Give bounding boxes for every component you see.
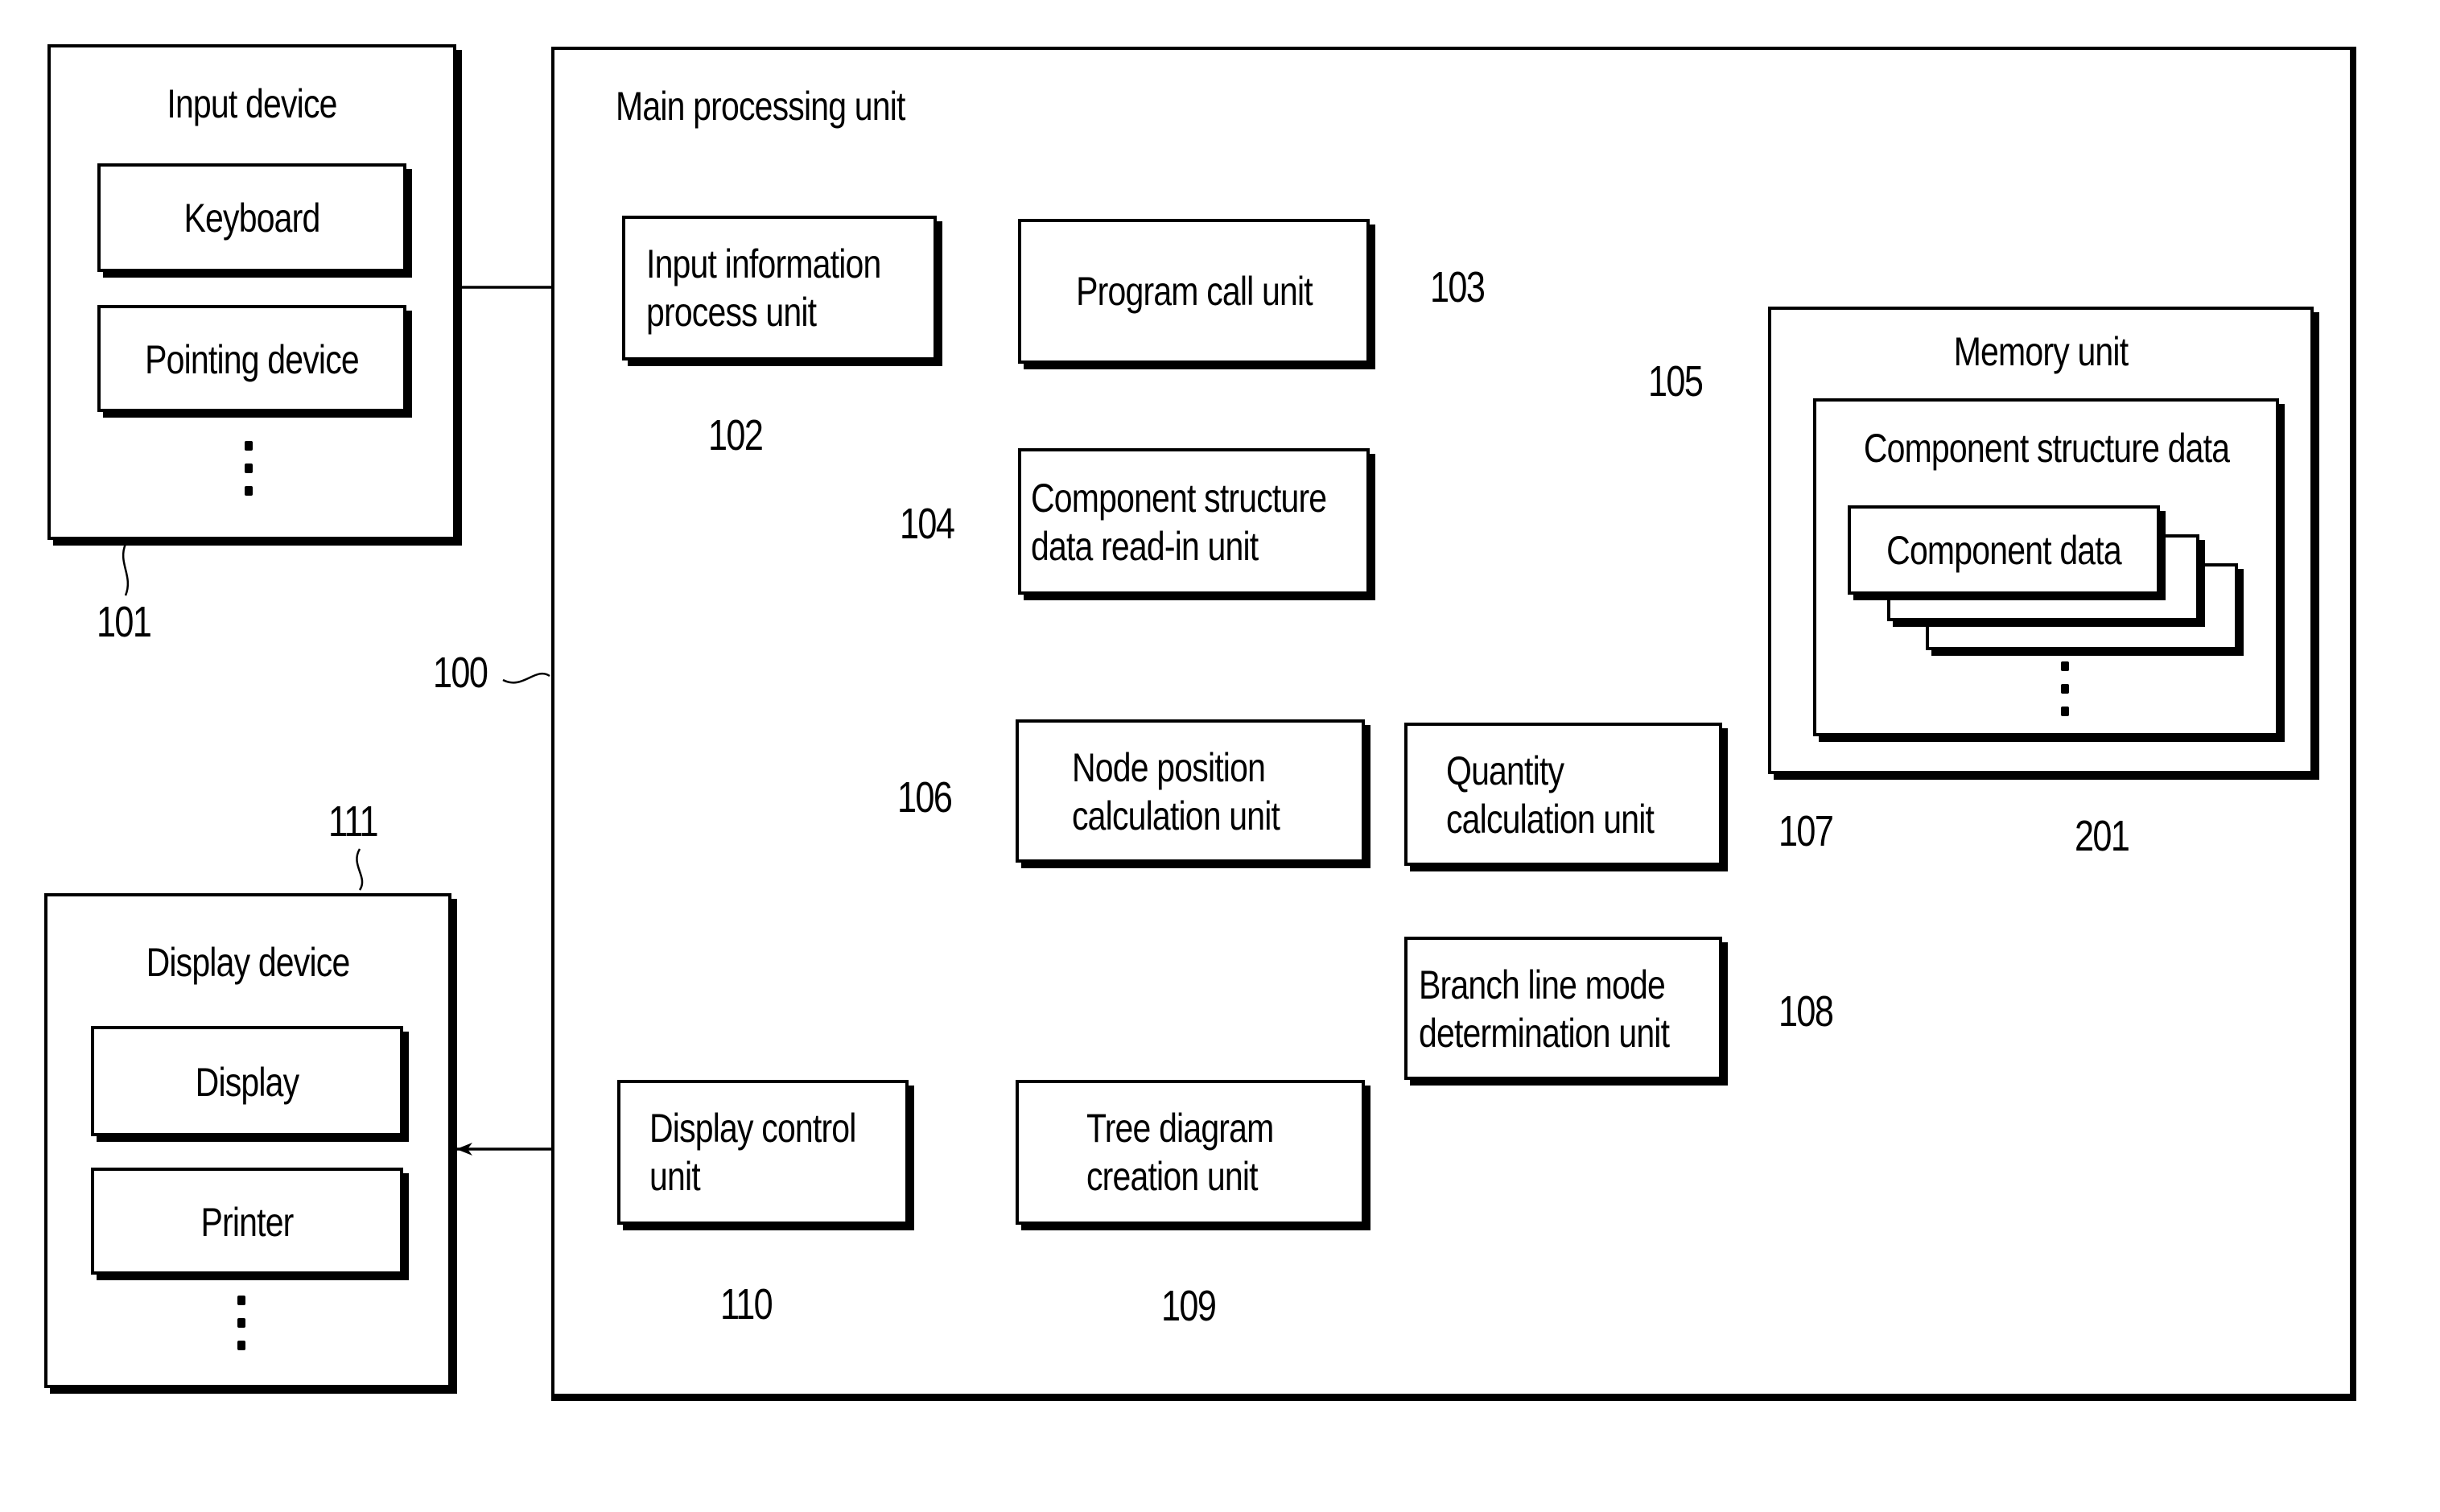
ref-106: 106 <box>897 773 953 822</box>
unit-108-line1: Branch line mode <box>1419 962 1666 1007</box>
unit-109-line1: Tree diagram <box>1086 1106 1274 1151</box>
ref-100: 100 <box>433 649 488 697</box>
unit-107-line1: Quantity <box>1446 748 1564 793</box>
keyboard-box: Keyboard <box>97 163 406 272</box>
input-device-title: Input device <box>167 81 337 126</box>
ref-201: 201 <box>2075 812 2130 860</box>
ref-108: 108 <box>1778 987 1834 1036</box>
printer-box: Printer <box>91 1168 403 1275</box>
quantity-calculation-unit: Quantity calculation unit <box>1404 723 1722 866</box>
branch-line-mode-determination-unit: Branch line mode determination unit <box>1404 937 1722 1080</box>
component-data-label: Component data <box>1886 528 2121 573</box>
keyboard-label: Keyboard <box>183 196 321 241</box>
unit-110-line1: Display control <box>649 1106 856 1151</box>
node-position-calculation-unit: Node position calculation unit <box>1016 719 1365 863</box>
unit-104-line2: data read-in unit <box>1031 524 1259 569</box>
component-data-card-1: Component data <box>1848 505 2160 595</box>
unit-102-line2: process unit <box>646 290 817 335</box>
component-data-more-dots <box>2061 661 2069 729</box>
ref-104: 104 <box>900 500 955 548</box>
unit-108-line2: determination unit <box>1419 1011 1670 1056</box>
unit-106-line2: calculation unit <box>1072 793 1280 838</box>
display-label: Display <box>195 1060 300 1105</box>
ref-102: 102 <box>708 411 764 459</box>
unit-109-line2: creation unit <box>1086 1154 1259 1199</box>
pointing-device-box: Pointing device <box>97 305 406 412</box>
ref-111: 111 <box>328 797 378 846</box>
unit-102-line1: Input information <box>646 241 881 286</box>
unit-107-line2: calculation unit <box>1446 797 1655 842</box>
leader-111 <box>356 848 364 891</box>
display-more-dots <box>237 1296 245 1363</box>
ref-103: 103 <box>1430 263 1486 311</box>
display-control-unit: Display control unit <box>617 1080 909 1225</box>
leader-101 <box>122 543 130 596</box>
component-structure-data-read-in-unit: Component structure data read-in unit <box>1018 448 1370 595</box>
ref-101: 101 <box>97 598 152 646</box>
ref-109: 109 <box>1161 1282 1217 1330</box>
unit-104-line1: Component structure <box>1031 476 1327 521</box>
unit-103-label: Program call unit <box>1075 269 1313 314</box>
unit-106-line1: Node position <box>1072 745 1266 790</box>
main-processing-unit-title: Main processing unit <box>616 84 905 129</box>
unit-110-line2: unit <box>649 1154 701 1199</box>
ref-105: 105 <box>1648 357 1704 406</box>
display-box: Display <box>91 1026 403 1136</box>
ref-110: 110 <box>720 1280 773 1329</box>
input-more-dots <box>245 441 253 509</box>
component-structure-data-title: Component structure data <box>1863 426 2229 471</box>
tree-diagram-creation-unit: Tree diagram creation unit <box>1016 1080 1365 1225</box>
display-device-title: Display device <box>146 940 351 985</box>
printer-label: Printer <box>200 1200 294 1245</box>
leader-100 <box>502 672 550 684</box>
display-device-box: Display device <box>44 893 451 1388</box>
input-information-process-unit: Input information process unit <box>622 216 937 360</box>
pointing-device-label: Pointing device <box>145 337 360 382</box>
ref-107: 107 <box>1778 807 1834 855</box>
program-call-unit: Program call unit <box>1018 219 1370 364</box>
memory-unit-title: Memory unit <box>1953 329 2129 374</box>
